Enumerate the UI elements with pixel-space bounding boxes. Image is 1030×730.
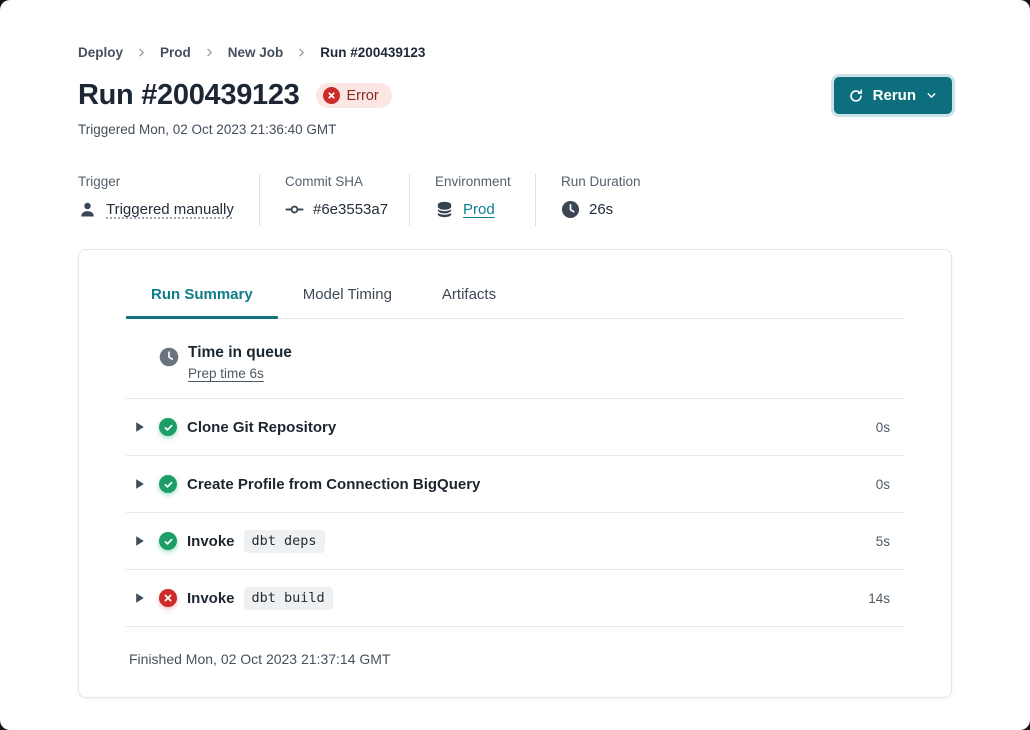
breadcrumb-new-job[interactable]: New Job bbox=[228, 45, 284, 60]
step-row-dbt-build[interactable]: Invoke dbt build 14s bbox=[126, 570, 904, 627]
breadcrumb-prod[interactable]: Prod bbox=[160, 45, 191, 60]
expand-caret-icon[interactable] bbox=[126, 421, 148, 433]
success-check-icon bbox=[159, 418, 177, 436]
clock-icon bbox=[561, 200, 580, 219]
meta-trigger: Trigger Triggered manually bbox=[78, 174, 259, 226]
prep-time-link[interactable]: Prep time 6s bbox=[188, 366, 292, 381]
step-row-create-profile[interactable]: Create Profile from Connection BigQuery … bbox=[126, 456, 904, 513]
refresh-icon bbox=[848, 88, 864, 104]
expand-caret-icon[interactable] bbox=[126, 592, 148, 604]
tab-run-summary[interactable]: Run Summary bbox=[126, 286, 278, 318]
trigger-value[interactable]: Triggered manually bbox=[106, 201, 234, 218]
status-badge: Error bbox=[316, 83, 392, 108]
step-row-clone-git[interactable]: Clone Git Repository 0s bbox=[126, 399, 904, 456]
step-name: Create Profile from Connection BigQuery bbox=[187, 476, 480, 493]
meta-environment: Environment Prod bbox=[410, 174, 535, 226]
step-duration: 5s bbox=[876, 534, 890, 549]
rerun-button-label: Rerun bbox=[873, 87, 916, 104]
meta-commit-label: Commit SHA bbox=[285, 174, 409, 189]
step-command-chip: dbt build bbox=[244, 587, 333, 610]
error-icon bbox=[323, 87, 340, 104]
meta-environment-label: Environment bbox=[435, 174, 535, 189]
step-name: Invoke bbox=[187, 590, 235, 607]
environment-link[interactable]: Prod bbox=[463, 201, 495, 218]
run-detail-page: Deploy Prod New Job Run #200439123 Run #… bbox=[0, 0, 1030, 730]
run-summary-card: Run Summary Model Timing Artifacts Time … bbox=[78, 249, 952, 698]
expand-caret-icon[interactable] bbox=[126, 535, 148, 547]
chevron-right-icon bbox=[204, 47, 215, 58]
meta-commit: Commit SHA #6e3553a7 bbox=[260, 174, 409, 226]
meta-trigger-label: Trigger bbox=[78, 174, 259, 189]
step-name: Clone Git Repository bbox=[187, 419, 336, 436]
step-duration: 0s bbox=[876, 477, 890, 492]
chevron-right-icon bbox=[136, 47, 147, 58]
chevron-down-icon bbox=[925, 89, 938, 102]
step-name: Invoke bbox=[187, 533, 235, 550]
success-check-icon bbox=[159, 532, 177, 550]
meta-duration-label: Run Duration bbox=[561, 174, 641, 189]
queue-title: Time in queue bbox=[188, 344, 292, 362]
step-command-chip: dbt deps bbox=[244, 530, 325, 553]
finished-timestamp: Finished Mon, 02 Oct 2023 21:37:14 GMT bbox=[126, 627, 904, 697]
breadcrumb-deploy[interactable]: Deploy bbox=[78, 45, 123, 60]
chevron-right-icon bbox=[296, 47, 307, 58]
step-duration: 0s bbox=[876, 420, 890, 435]
clock-icon bbox=[159, 347, 179, 367]
time-in-queue-row: Time in queue Prep time 6s bbox=[126, 319, 904, 399]
success-check-icon bbox=[159, 475, 177, 493]
error-icon bbox=[159, 589, 177, 607]
step-duration: 14s bbox=[868, 591, 890, 606]
commit-sha-value: #6e3553a7 bbox=[313, 201, 388, 218]
person-icon bbox=[78, 200, 97, 219]
triggered-timestamp: Triggered Mon, 02 Oct 2023 21:36:40 GMT bbox=[78, 122, 952, 137]
tab-artifacts[interactable]: Artifacts bbox=[417, 286, 521, 318]
run-duration-value: 26s bbox=[589, 201, 613, 218]
page-title: Run #200439123 bbox=[78, 79, 300, 112]
rerun-button[interactable]: Rerun bbox=[834, 77, 952, 114]
tab-model-timing[interactable]: Model Timing bbox=[278, 286, 417, 318]
expand-caret-icon[interactable] bbox=[126, 478, 148, 490]
tab-bar: Run Summary Model Timing Artifacts bbox=[126, 286, 904, 319]
run-meta: Trigger Triggered manually Commit SHA #6… bbox=[78, 174, 952, 226]
breadcrumb: Deploy Prod New Job Run #200439123 bbox=[78, 45, 952, 60]
status-badge-label: Error bbox=[347, 88, 379, 104]
breadcrumb-current-run: Run #200439123 bbox=[320, 45, 425, 60]
step-row-dbt-deps[interactable]: Invoke dbt deps 5s bbox=[126, 513, 904, 570]
database-icon bbox=[435, 200, 454, 219]
meta-duration: Run Duration 26s bbox=[536, 174, 641, 226]
commit-icon bbox=[285, 200, 304, 219]
